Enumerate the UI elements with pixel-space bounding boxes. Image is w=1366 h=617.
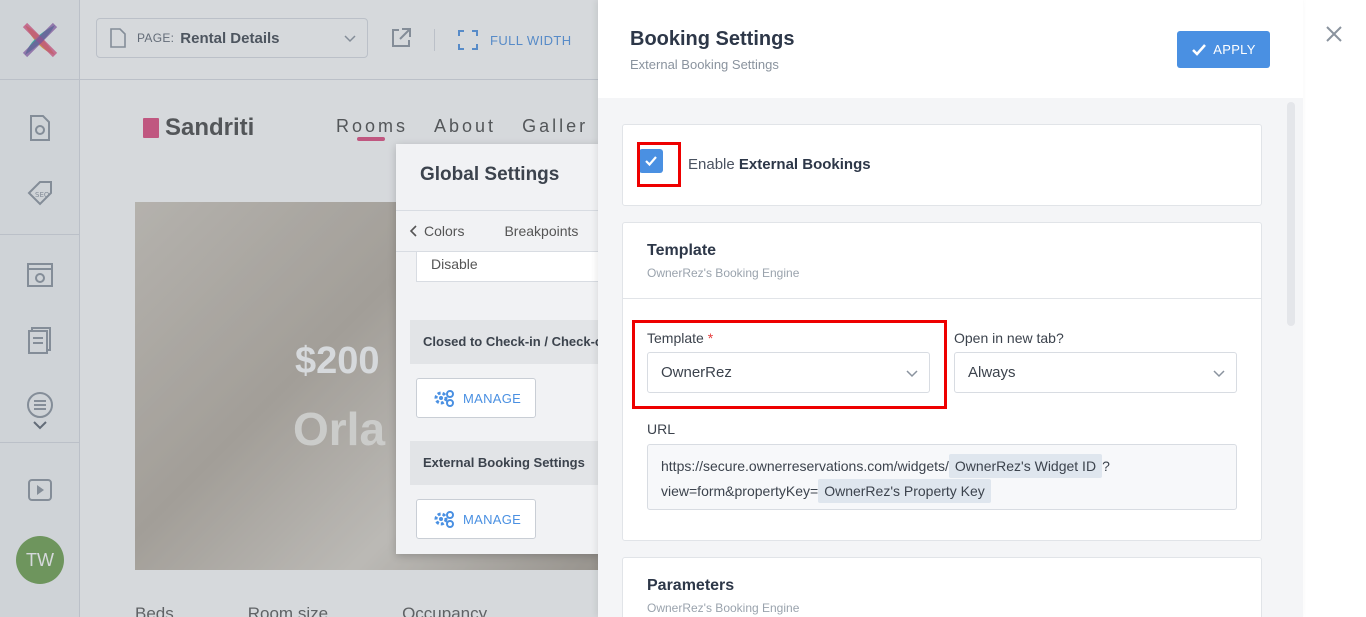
chevron-down-icon xyxy=(1213,370,1225,378)
manage-label: MANAGE xyxy=(463,511,522,527)
apply-button[interactable]: APPLY xyxy=(1177,31,1270,68)
manage-external-booking-button[interactable]: MANAGE xyxy=(416,499,536,539)
panel-header: Booking Settings External Booking Settin… xyxy=(598,0,1303,98)
property-key-token[interactable]: OwnerRez's Property Key xyxy=(818,479,991,503)
section-external-booking: External Booking Settings xyxy=(410,441,600,485)
new-tab-select[interactable]: Always xyxy=(954,352,1237,393)
panel-title: Booking Settings xyxy=(630,28,795,50)
gears-icon xyxy=(434,390,454,407)
check-icon xyxy=(1192,43,1207,56)
checkbox-highlight xyxy=(637,142,681,187)
disable-select[interactable]: Disable xyxy=(416,252,600,282)
section-closed-checkin: Closed to Check-in / Check-out xyxy=(410,320,600,364)
tab-colors[interactable]: Colors xyxy=(408,223,464,239)
url-text-part3: view=form&propertyKey= xyxy=(661,483,819,499)
panel-subtitle: External Booking Settings xyxy=(630,57,779,72)
url-text-part1: https://secure.ownerreservations.com/wid… xyxy=(661,458,949,474)
enable-label-prefix: Enable xyxy=(688,156,735,173)
new-tab-label: Open in new tab? xyxy=(954,330,1064,346)
enable-external-label[interactable]: Enable External Bookings xyxy=(688,156,871,173)
card-divider xyxy=(623,298,1261,299)
new-tab-select-value: Always xyxy=(968,364,1016,381)
chevron-left-icon xyxy=(409,225,417,237)
global-settings-tabs: Colors Breakpoints xyxy=(396,210,600,252)
widget-id-token[interactable]: OwnerRez's Widget ID xyxy=(948,454,1103,478)
enable-external-card: Enable External Bookings xyxy=(622,124,1262,206)
template-card-title: Template xyxy=(647,242,717,259)
global-settings-title: Global Settings xyxy=(420,164,560,185)
manage-label: MANAGE xyxy=(463,390,522,406)
url-field[interactable]: https://secure.ownerreservations.com/wid… xyxy=(647,444,1237,510)
booking-settings-panel: Booking Settings External Booking Settin… xyxy=(598,0,1303,617)
url-text-part2: ? xyxy=(1102,458,1110,474)
close-icon[interactable] xyxy=(1322,22,1346,51)
manage-closed-checkin-button[interactable]: MANAGE xyxy=(416,378,536,418)
gears-icon xyxy=(434,511,454,528)
apply-label: APPLY xyxy=(1213,42,1256,57)
tab-colors-label: Colors xyxy=(424,223,465,239)
enable-label-strong: External Bookings xyxy=(738,156,871,173)
url-label: URL xyxy=(647,421,676,437)
global-settings-panel: Global Settings Colors Breakpoints Disab… xyxy=(396,144,600,554)
template-card: Template OwnerRez's Booking Engine Templ… xyxy=(622,222,1262,541)
template-select-highlight xyxy=(632,320,947,409)
parameters-card: Parameters OwnerRez's Booking Engine xyxy=(622,557,1262,617)
panel-scrollbar[interactable] xyxy=(1287,102,1295,326)
parameters-card-title: Parameters xyxy=(647,577,735,594)
tab-breakpoints[interactable]: Breakpoints xyxy=(504,223,578,239)
parameters-card-subtitle: OwnerRez's Booking Engine xyxy=(647,601,800,615)
template-card-subtitle: OwnerRez's Booking Engine xyxy=(647,266,800,280)
